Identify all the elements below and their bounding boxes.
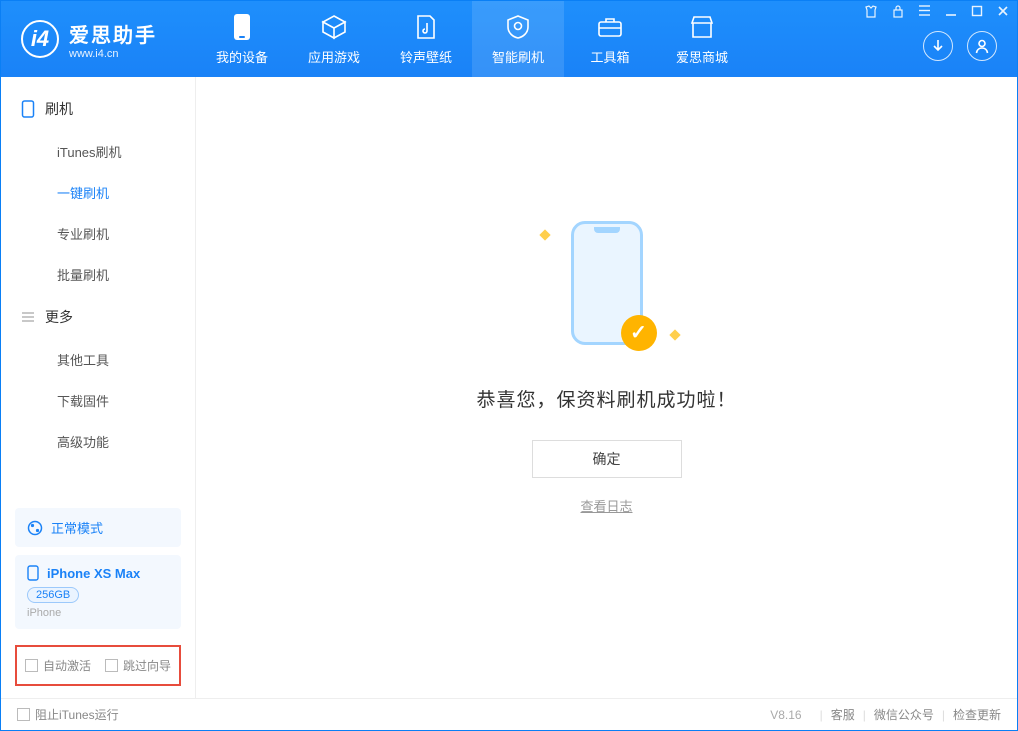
- device-mode-label: 正常模式: [51, 518, 103, 537]
- nav-tab-label: 铃声壁纸: [400, 47, 452, 66]
- nav-tab-label: 工具箱: [590, 47, 629, 66]
- ok-button[interactable]: 确定: [532, 440, 682, 478]
- nav-tab-label: 爱思商城: [676, 47, 728, 66]
- window-controls: [864, 5, 1009, 18]
- shirt-icon[interactable]: [864, 5, 878, 18]
- maximize-button[interactable]: [971, 5, 983, 18]
- block-itunes-checkbox[interactable]: 阻止iTunes运行: [17, 706, 119, 723]
- sidebar-group-title: 刷机: [45, 99, 73, 119]
- user-button[interactable]: [967, 31, 997, 61]
- view-log-link[interactable]: 查看日志: [580, 496, 632, 515]
- nav-tab-label: 应用游戏: [308, 47, 360, 66]
- nav-tab-my-device[interactable]: 我的设备: [196, 1, 288, 77]
- sidebar-item-pro-flash[interactable]: 专业刷机: [1, 213, 195, 254]
- sidebar-item-oneclick-flash[interactable]: 一键刷机: [1, 172, 195, 213]
- sidebar-item-itunes-flash[interactable]: iTunes刷机: [1, 131, 195, 172]
- status-link-wechat[interactable]: 微信公众号: [874, 706, 934, 723]
- version-label: V8.16: [770, 708, 801, 722]
- titlebar: i4 爱思助手 www.i4.cn 我的设备 应用游戏: [1, 1, 1017, 77]
- app-url: www.i4.cn: [69, 48, 157, 60]
- status-link-update[interactable]: 检查更新: [953, 706, 1001, 723]
- checkbox-label: 阻止iTunes运行: [35, 706, 119, 723]
- store-icon: [688, 13, 716, 41]
- nav-tab-label: 智能刷机: [492, 47, 544, 66]
- sidebar-item-download-firmware[interactable]: 下载固件: [1, 380, 195, 421]
- download-button[interactable]: [923, 31, 953, 61]
- music-file-icon: [412, 13, 440, 41]
- menu-icon: [21, 311, 35, 323]
- device-storage: 256GB: [27, 587, 79, 603]
- statusbar: 阻止iTunes运行 V8.16 | 客服 | 微信公众号 | 检查更新: [1, 698, 1017, 730]
- nav-tab-label: 我的设备: [216, 47, 268, 66]
- cube-icon: [320, 13, 348, 41]
- phone-icon: [27, 565, 39, 581]
- gear-shield-icon: [504, 13, 532, 41]
- close-button[interactable]: [997, 5, 1009, 18]
- app-window: i4 爱思助手 www.i4.cn 我的设备 应用游戏: [0, 0, 1018, 731]
- sidebar: 刷机 iTunes刷机 一键刷机 专业刷机 批量刷机 更多 其他工具 下载固件 …: [1, 77, 196, 698]
- device-icon: [228, 13, 256, 41]
- nav-tab-smart-flash[interactable]: 智能刷机: [472, 1, 564, 77]
- success-title: 恭喜您，保资料刷机成功啦！: [476, 385, 736, 412]
- flash-options-row: 自动激活 跳过向导: [15, 645, 181, 686]
- success-illustration: ✓: [571, 221, 643, 345]
- device-name: iPhone XS Max: [47, 566, 140, 581]
- checkbox-icon: [25, 659, 38, 672]
- mode-icon: [27, 520, 43, 536]
- nav-tab-ringtone-wallpaper[interactable]: 铃声壁纸: [380, 1, 472, 77]
- logo-icon: i4: [21, 20, 59, 58]
- main-content: ✓ 恭喜您，保资料刷机成功啦！ 确定 查看日志: [196, 77, 1017, 698]
- sidebar-item-other-tools[interactable]: 其他工具: [1, 339, 195, 380]
- device-info-card[interactable]: iPhone XS Max 256GB iPhone: [15, 555, 181, 629]
- auto-activate-checkbox[interactable]: 自动激活: [25, 657, 91, 674]
- logo-section: i4 爱思助手 www.i4.cn: [1, 19, 196, 60]
- sparkle-icon: [539, 229, 550, 240]
- sidebar-item-batch-flash[interactable]: 批量刷机: [1, 254, 195, 295]
- sidebar-group-title: 更多: [45, 307, 73, 327]
- nav-tabs: 我的设备 应用游戏 铃声壁纸 智能刷机: [196, 1, 748, 77]
- nav-tab-apps-games[interactable]: 应用游戏: [288, 1, 380, 77]
- sparkle-icon: [669, 329, 680, 340]
- menu-icon[interactable]: [918, 5, 931, 18]
- check-badge-icon: ✓: [621, 315, 657, 351]
- checkbox-label: 自动激活: [43, 657, 91, 674]
- body: 刷机 iTunes刷机 一键刷机 专业刷机 批量刷机 更多 其他工具 下载固件 …: [1, 77, 1017, 698]
- device-type: iPhone: [27, 607, 169, 619]
- status-link-support[interactable]: 客服: [831, 706, 855, 723]
- minimize-button[interactable]: [945, 5, 957, 18]
- sidebar-group-flash[interactable]: 刷机: [1, 87, 195, 131]
- toolbox-icon: [596, 13, 624, 41]
- app-title: 爱思助手: [69, 19, 157, 48]
- sidebar-group-more[interactable]: 更多: [1, 295, 195, 339]
- sidebar-item-advanced[interactable]: 高级功能: [1, 421, 195, 462]
- header-right-icons: [923, 31, 997, 61]
- phone-icon: [21, 100, 35, 118]
- skip-guide-checkbox[interactable]: 跳过向导: [105, 657, 171, 674]
- checkbox-icon: [17, 708, 30, 721]
- checkbox-icon: [105, 659, 118, 672]
- device-mode-card[interactable]: 正常模式: [15, 508, 181, 547]
- checkbox-label: 跳过向导: [123, 657, 171, 674]
- nav-tab-toolbox[interactable]: 工具箱: [564, 1, 656, 77]
- nav-tab-store[interactable]: 爱思商城: [656, 1, 748, 77]
- lock-icon[interactable]: [892, 5, 904, 18]
